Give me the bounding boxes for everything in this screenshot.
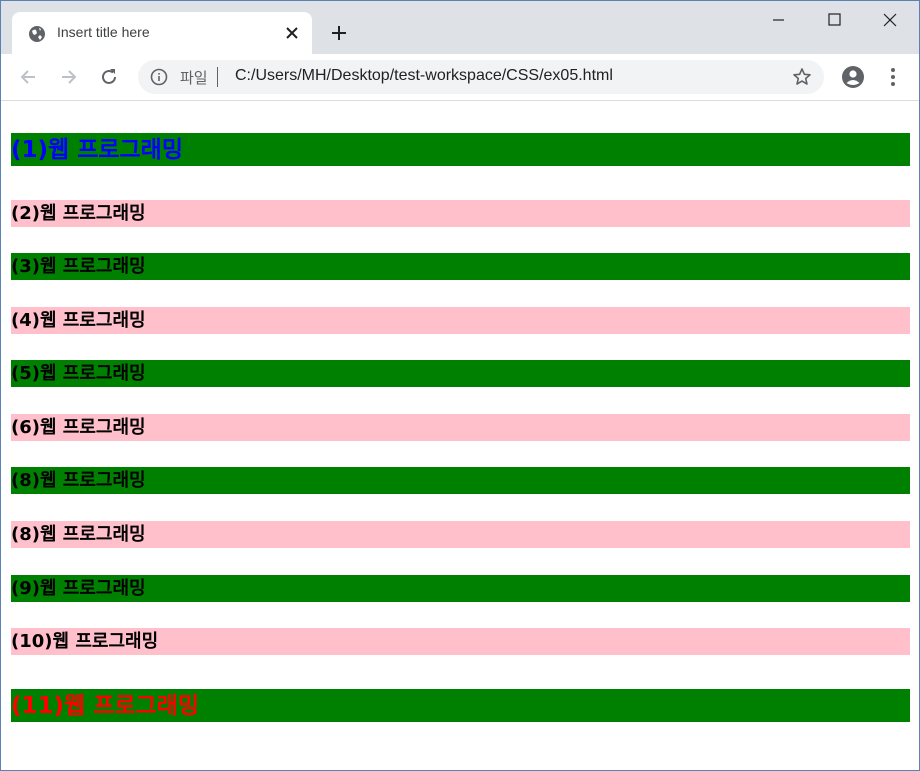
address-bar[interactable]: 파일 C:/Users/MH/Desktop/test-workspace/CS…: [138, 60, 824, 94]
account-icon[interactable]: [841, 65, 865, 89]
heading-3: (3)웹 프로그래밍: [11, 253, 910, 280]
browser-window: Insert title here 파일 C:/Users/MH/Desktop…: [0, 0, 920, 771]
forward-arrow-icon[interactable]: [58, 66, 80, 88]
heading-7: (8)웹 프로그래밍: [11, 467, 910, 494]
heading-2: (2)웹 프로그래밍: [11, 200, 910, 227]
heading-6: (6)웹 프로그래밍: [11, 414, 910, 441]
window-close-icon[interactable]: [877, 9, 903, 31]
globe-icon: [29, 26, 45, 42]
address-scheme: 파일: [180, 70, 208, 87]
heading-5: (5)웹 프로그래밍: [11, 360, 910, 387]
tab-title: Insert title here: [57, 24, 150, 40]
maximize-icon[interactable]: [821, 9, 847, 31]
info-icon[interactable]: [150, 68, 168, 86]
heading-8: (8)웹 프로그래밍: [11, 521, 910, 548]
page-content: (1)웹 프로그래밍 (2)웹 프로그래밍 (3)웹 프로그래밍 (4)웹 프로…: [1, 101, 919, 770]
close-icon[interactable]: [282, 23, 302, 43]
heading-9: (9)웹 프로그래밍: [11, 575, 910, 602]
plus-icon[interactable]: [329, 23, 349, 43]
minimize-icon[interactable]: [765, 9, 791, 31]
back-arrow-icon[interactable]: [17, 66, 39, 88]
active-tab[interactable]: Insert title here: [12, 12, 312, 54]
kebab-menu-icon[interactable]: [883, 66, 903, 88]
tab-strip: Insert title here: [1, 1, 919, 54]
heading-11: (11)웹 프로그래밍: [11, 689, 910, 722]
star-icon[interactable]: [792, 67, 812, 87]
heading-1: (1)웹 프로그래밍: [11, 133, 910, 166]
reload-icon[interactable]: [98, 66, 120, 88]
toolbar: 파일 C:/Users/MH/Desktop/test-workspace/CS…: [1, 54, 919, 101]
heading-4: (4)웹 프로그래밍: [11, 307, 910, 334]
address-url[interactable]: C:/Users/MH/Desktop/test-workspace/CSS/e…: [235, 67, 613, 85]
heading-10: (10)웹 프로그래밍: [11, 628, 910, 655]
address-separator: [217, 67, 218, 87]
